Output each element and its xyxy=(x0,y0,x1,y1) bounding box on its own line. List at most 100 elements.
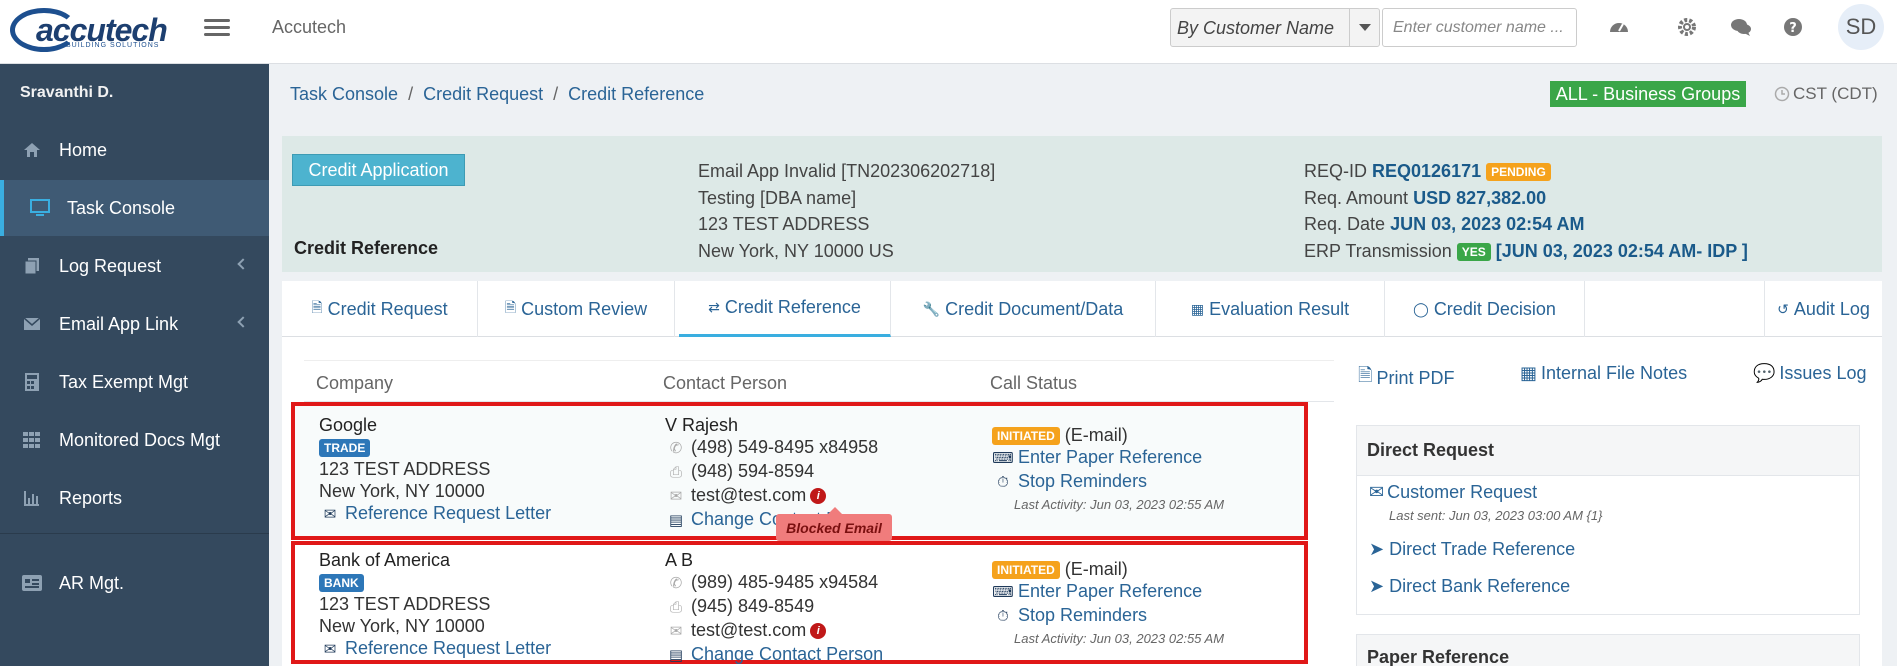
breadcrumb-credit-request[interactable]: Credit Request xyxy=(423,84,543,104)
fax-icon: ⎙ xyxy=(669,464,682,481)
direct-request-panel: Direct Request ✉ Customer Request Last se… xyxy=(1356,425,1860,615)
sidebar-item-log-request[interactable]: Log Request xyxy=(0,238,269,294)
reference-request-letter-link[interactable]: ✉ Reference Request Letter xyxy=(319,502,551,526)
call-status-badge: INITIATED xyxy=(992,427,1060,446)
id-card-icon: ▤ xyxy=(668,512,684,529)
sidebar-item-tax-exempt-mgt[interactable]: Tax Exempt Mgt xyxy=(0,354,269,410)
blocked-email-tooltip: Blocked Email xyxy=(776,507,892,541)
table-row: Bank of America BANK 123 TEST ADDRESS Ne… xyxy=(291,541,1308,664)
lightbulb-icon: ◯ xyxy=(1413,300,1429,317)
table-icon: ▦ xyxy=(1190,300,1205,317)
reference-type-badge: TRADE xyxy=(319,439,371,458)
sidebar-item-monitored-docs-mgt[interactable]: Monitored Docs Mgt xyxy=(0,412,269,468)
breadcrumb-credit-reference[interactable]: Credit Reference xyxy=(568,84,704,104)
tab-credit-decision[interactable]: ◯ Credit Decision xyxy=(1385,281,1585,337)
last-sent: Last sent: Jun 03, 2023 03:00 AM {1} xyxy=(1389,508,1603,523)
change-contact-person-link[interactable]: ▤Change Contact Person xyxy=(665,643,883,666)
company-name: Bank of America xyxy=(319,550,451,570)
chevron-down-icon[interactable] xyxy=(1349,9,1379,46)
sidebar-item-ar-mgt[interactable]: AR Mgt. xyxy=(0,555,269,611)
home-icon xyxy=(22,140,42,160)
error-info-icon[interactable]: i xyxy=(810,623,827,640)
file-icon: 🗎 xyxy=(504,299,517,315)
monitor-icon xyxy=(30,198,50,218)
envelope-icon: ✉ xyxy=(323,506,337,523)
sidebar-item-email-app-link[interactable]: Email App Link xyxy=(0,296,269,352)
send-icon: ➤ xyxy=(1369,576,1385,596)
pdf-icon: 🗎 xyxy=(1358,365,1373,385)
envelope-icon xyxy=(22,314,42,334)
svg-text:?: ? xyxy=(1789,21,1797,36)
direct-bank-reference-link[interactable]: ➤ Direct Bank Reference xyxy=(1369,576,1570,597)
search-type-select[interactable]: By Customer Name xyxy=(1170,8,1380,47)
erp-flag-badge: YES xyxy=(1456,242,1491,261)
stop-reminders-link[interactable]: ⏱ Stop Reminders xyxy=(992,470,1224,494)
envelope-icon: ✉ xyxy=(1369,482,1385,502)
tab-bar: 🗎 Credit Request 🗎 Custom Review ⇄ Credit R… xyxy=(282,281,1882,337)
hamburger-menu-icon[interactable] xyxy=(204,15,230,39)
breadcrumb: Task Console / Credit Request / Credit Refer… xyxy=(290,84,705,104)
chevron-left-icon xyxy=(237,258,249,270)
clock-icon xyxy=(1774,86,1790,102)
chat-icon[interactable] xyxy=(1730,16,1752,38)
stopwatch-icon: ⏱ xyxy=(997,474,1009,491)
sidebar-item-reports[interactable]: Reports xyxy=(0,470,269,526)
breadcrumb-task-console[interactable]: Task Console xyxy=(290,84,398,104)
sidebar-item-home[interactable]: Home xyxy=(0,122,269,178)
last-activity: Last Activity: Jun 03, 2023 02:55 AM xyxy=(1014,497,1225,512)
id-card-icon xyxy=(22,573,42,593)
gear-icon[interactable] xyxy=(1676,16,1698,38)
id-card-icon: ▤ xyxy=(668,647,684,664)
note-icon: ▦ xyxy=(1520,363,1538,383)
envelope-icon: ✉ xyxy=(669,623,683,640)
file-icon: 🗎 xyxy=(311,299,323,315)
tab-audit-log[interactable]: ↺ Audit Log xyxy=(1764,281,1882,337)
customer-request-link[interactable]: ✉ Customer Request xyxy=(1369,482,1537,503)
accutech-logo[interactable]: accutech BUILDING SOLUTIONS xyxy=(8,6,178,56)
enter-paper-reference-link[interactable]: ⌨ Enter Paper Reference xyxy=(992,580,1224,604)
status-badge: PENDING xyxy=(1486,163,1551,182)
tab-credit-reference[interactable]: ⇄ Credit Reference xyxy=(679,281,891,337)
bar-chart-icon xyxy=(22,488,42,508)
stop-reminders-link[interactable]: ⏱ Stop Reminders xyxy=(992,604,1224,628)
tab-evaluation-result[interactable]: ▦ Evaluation Result xyxy=(1156,281,1385,337)
customer-search-input[interactable] xyxy=(1382,8,1577,47)
top-bar: accutech BUILDING SOLUTIONS Accutech By … xyxy=(0,0,1897,64)
tab-custom-review[interactable]: 🗎 Custom Review xyxy=(478,281,675,337)
tab-credit-request[interactable]: 🗎 Credit Request xyxy=(282,281,478,337)
contact-name: V Rajesh xyxy=(665,415,739,435)
sidebar: Sravanthi D. Home Task Console Log Reque… xyxy=(0,64,269,666)
sidebar-divider xyxy=(0,533,269,534)
sidebar-item-task-console[interactable]: Task Console xyxy=(0,180,269,236)
internal-file-notes-link[interactable]: ▦ Internal File Notes xyxy=(1520,363,1687,384)
enter-paper-reference-link[interactable]: ⌨ Enter Paper Reference xyxy=(992,446,1224,470)
chat-icon: 💬 xyxy=(1753,363,1776,383)
business-group-badge[interactable]: ALL - Business Groups xyxy=(1550,81,1746,107)
reference-request-letter-link[interactable]: ✉ Reference Request Letter xyxy=(319,637,551,661)
send-icon: ➤ xyxy=(1369,539,1385,559)
error-info-icon[interactable]: i xyxy=(810,488,827,505)
print-pdf-link[interactable]: 🗎 Print PDF xyxy=(1358,363,1455,393)
dashboard-icon[interactable] xyxy=(1608,16,1630,38)
history-icon: ↺ xyxy=(1777,300,1789,317)
request-header-card: Credit Application Credit Reference Emai… xyxy=(282,136,1882,272)
table-header: Company Contact Person Call Status xyxy=(304,360,1334,402)
direct-trade-reference-link[interactable]: ➤ Direct Trade Reference xyxy=(1369,539,1575,560)
direct-request-heading: Direct Request xyxy=(1357,426,1859,476)
credit-application-button[interactable]: Credit Application xyxy=(292,154,465,186)
customer-info: Email App Invalid [TN202306202718] Testi… xyxy=(698,161,996,261)
company-name: Google xyxy=(319,415,378,435)
last-activity: Last Activity: Jun 03, 2023 02:55 AM xyxy=(1014,631,1225,646)
envelope-icon: ✉ xyxy=(323,641,337,658)
keyboard-icon: ⌨ xyxy=(992,584,1014,601)
grid-icon xyxy=(22,430,42,450)
user-avatar[interactable]: SD xyxy=(1838,4,1884,50)
tab-credit-document-data[interactable]: 🔧 Credit Document/Data xyxy=(891,281,1156,337)
wrench-icon: 🔧 xyxy=(922,300,941,317)
keyboard-icon: ⌨ xyxy=(992,450,1014,467)
request-summary: REQ-ID REQ0126171 PENDING Req. Amount US… xyxy=(1304,161,1748,261)
calculator-icon xyxy=(22,372,42,392)
issues-log-link[interactable]: 💬 Issues Log xyxy=(1753,363,1866,384)
help-icon[interactable]: ? xyxy=(1782,16,1804,38)
chevron-left-icon xyxy=(237,316,249,328)
